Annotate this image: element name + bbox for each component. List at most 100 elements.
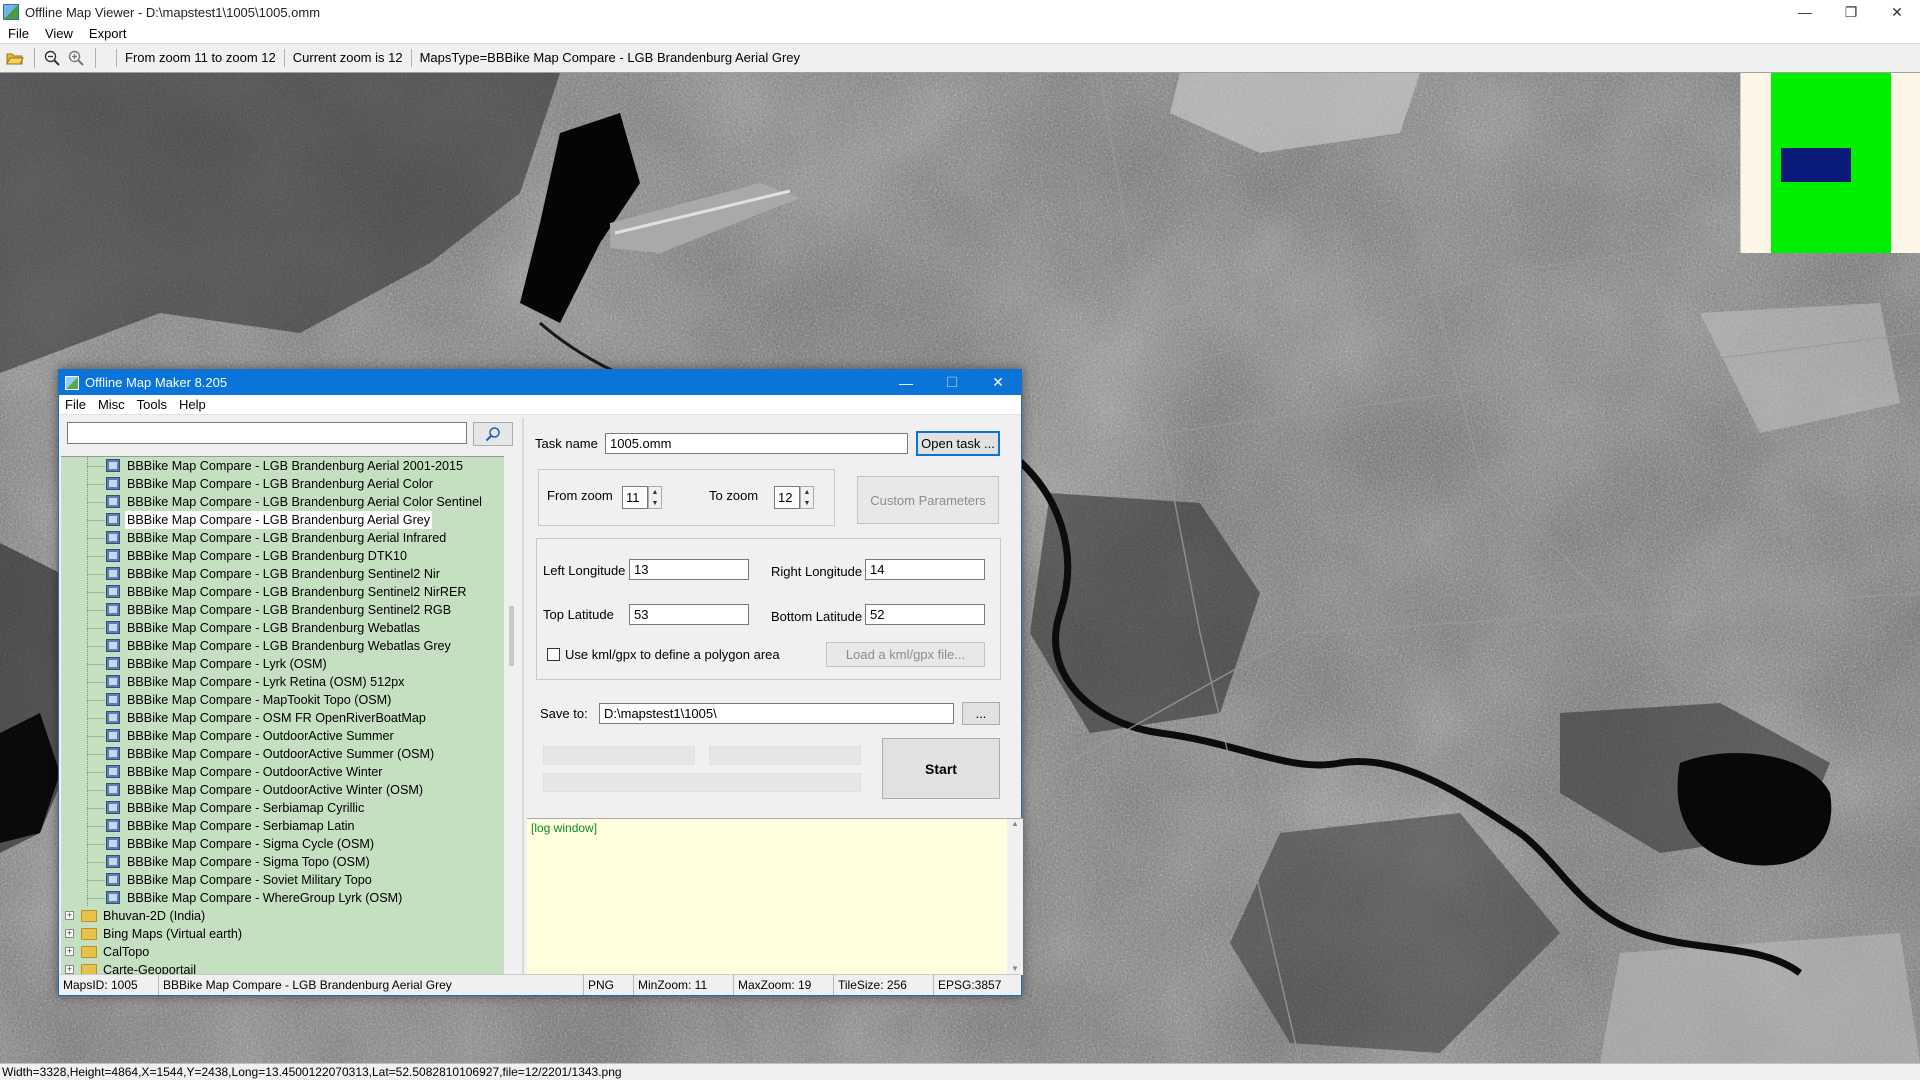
tree-item[interactable]: BBBike Map Compare - Lyrk (OSM) (61, 655, 504, 673)
dialog-titlebar: Offline Map Maker 8.205 — ☐ ✕ (59, 370, 1021, 395)
dialog-maximize-button[interactable]: ☐ (929, 370, 975, 395)
progress-bar-1 (543, 746, 695, 765)
tree-item[interactable]: BBBike Map Compare - OutdoorActive Summe… (61, 745, 504, 763)
use-kml-checkbox[interactable] (547, 648, 560, 661)
minimap-viewport[interactable] (1781, 148, 1851, 182)
tree-item[interactable]: BBBike Map Compare - Soviet Military Top… (61, 871, 504, 889)
spin-down-icon[interactable]: ▼ (649, 498, 661, 509)
dialog-menu-tools[interactable]: Tools (137, 397, 167, 412)
log-scrollbar[interactable]: ▲ ▼ (1007, 819, 1023, 975)
tree-item[interactable]: BBBike Map Compare - LGB Brandenburg Sen… (61, 601, 504, 619)
tree-item[interactable]: BBBike Map Compare - LGB Brandenburg Aer… (61, 511, 504, 529)
load-kml-button[interactable]: Load a kml/gpx file... (826, 642, 985, 667)
bottom-latitude-input[interactable]: 52 (865, 604, 985, 625)
tree-item[interactable]: BBBike Map Compare - LGB Brandenburg Sen… (61, 583, 504, 601)
tree-item[interactable]: BBBike Map Compare - OutdoorActive Winte… (61, 781, 504, 799)
menu-export[interactable]: Export (89, 26, 127, 41)
spin-down-icon[interactable]: ▼ (801, 498, 813, 509)
tree-item[interactable]: BBBike Map Compare - LGB Brandenburg Aer… (61, 493, 504, 511)
expand-icon[interactable]: + (65, 929, 74, 938)
folder-icon (81, 910, 97, 922)
menu-file[interactable]: File (8, 26, 29, 41)
map-layer-icon (106, 891, 120, 904)
tree-scrollbar[interactable] (504, 456, 520, 974)
to-zoom-arrows[interactable]: ▲ ▼ (800, 486, 814, 509)
to-zoom-spinner[interactable]: 12 ▲ ▼ (774, 486, 814, 509)
tree-item[interactable]: BBBike Map Compare - Serbiamap Latin (61, 817, 504, 835)
log-window[interactable]: [log window] ▲ ▼ (527, 818, 1023, 975)
from-zoom-arrows[interactable]: ▲ ▼ (648, 486, 662, 509)
toolbar: From zoom 11 to zoom 12 Current zoom is … (0, 43, 1920, 73)
scroll-up-icon[interactable]: ▲ (1007, 819, 1023, 828)
map-source-tree[interactable]: BBBike Map Compare - LGB Brandenburg Aer… (61, 456, 504, 974)
browse-button[interactable]: ... (962, 702, 1000, 725)
tree-item[interactable]: BBBike Map Compare - MapTookit Topo (OSM… (61, 691, 504, 709)
tree-item[interactable]: BBBike Map Compare - WhereGroup Lyrk (OS… (61, 889, 504, 907)
expand-icon[interactable]: + (65, 965, 74, 974)
tree-folder[interactable]: + CalTopo (61, 943, 504, 961)
start-button[interactable]: Start (882, 738, 1000, 799)
menu-view[interactable]: View (45, 26, 73, 41)
tree-item[interactable]: BBBike Map Compare - OutdoorActive Winte… (61, 763, 504, 781)
spin-up-icon[interactable]: ▲ (801, 487, 813, 498)
tree-item[interactable]: BBBike Map Compare - LGB Brandenburg Web… (61, 619, 504, 637)
minimap[interactable] (1740, 73, 1920, 253)
dialog-menu-file[interactable]: File (65, 397, 86, 412)
right-longitude-input[interactable]: 14 (865, 559, 985, 580)
save-to-input[interactable]: D:\mapstest1\1005\ (599, 703, 954, 724)
tree-item[interactable]: BBBike Map Compare - LGB Brandenburg Sen… (61, 565, 504, 583)
dialog-menu-misc[interactable]: Misc (98, 397, 125, 412)
tree-scroll-thumb[interactable] (509, 606, 514, 666)
tree-item[interactable]: BBBike Map Compare - LGB Brandenburg Aer… (61, 529, 504, 547)
tree-item[interactable]: BBBike Map Compare - Lyrk Retina (OSM) 5… (61, 673, 504, 691)
tree-item[interactable]: BBBike Map Compare - LGB Brandenburg Aer… (61, 475, 504, 493)
tree-folder[interactable]: + Bhuvan-2D (India) (61, 907, 504, 925)
minimize-button[interactable]: — (1782, 0, 1828, 24)
tree-folder[interactable]: + Carte-Geoportail (61, 961, 504, 974)
tree-item[interactable]: BBBike Map Compare - LGB Brandenburg DTK… (61, 547, 504, 565)
open-folder-button[interactable] (4, 47, 26, 69)
tree-item[interactable]: BBBike Map Compare - OSM FR OpenRiverBoa… (61, 709, 504, 727)
tree-item[interactable]: BBBike Map Compare - LGB Brandenburg Web… (61, 637, 504, 655)
tree-item-label: BBBike Map Compare - LGB Brandenburg Aer… (125, 511, 433, 529)
tree-item[interactable]: BBBike Map Compare - Sigma Cycle (OSM) (61, 835, 504, 853)
dialog-close-button[interactable]: ✕ (975, 370, 1021, 395)
zoom-in-button[interactable] (65, 47, 87, 69)
epsg: EPSG:3857 (938, 978, 1002, 992)
zoom-out-icon (44, 50, 60, 66)
spin-up-icon[interactable]: ▲ (649, 487, 661, 498)
tree-item-label: BBBike Map Compare - LGB Brandenburg Aer… (127, 495, 482, 509)
expand-icon[interactable]: + (65, 911, 74, 920)
open-task-button[interactable]: Open task ... (916, 431, 1000, 456)
bottom-latitude-label: Bottom Latitude (771, 609, 863, 624)
left-longitude-input[interactable]: 13 (629, 559, 749, 580)
expand-icon[interactable]: + (65, 947, 74, 956)
use-kml-label: Use kml/gpx to define a polygon area (565, 647, 780, 662)
tree-item[interactable]: BBBike Map Compare - LGB Brandenburg Aer… (61, 457, 504, 475)
tree-item-label: BBBike Map Compare - OSM FR OpenRiverBoa… (127, 711, 426, 725)
tree-item-label: BBBike Map Compare - Lyrk (OSM) (127, 657, 327, 671)
zoom-out-button[interactable] (41, 47, 63, 69)
from-zoom-spinner[interactable]: 11 ▲ ▼ (622, 486, 662, 509)
open-folder-icon (6, 53, 24, 64)
map-search-input[interactable] (67, 422, 467, 444)
map-layer-icon (106, 765, 120, 778)
dialog-minimize-button[interactable]: — (883, 370, 929, 395)
map-layer-icon (106, 711, 120, 724)
dialog-menu-help[interactable]: Help (179, 397, 206, 412)
custom-parameters-button[interactable]: Custom Parameters (857, 476, 999, 524)
pane-splitter[interactable] (522, 418, 524, 974)
tree-item[interactable]: BBBike Map Compare - Sigma Topo (OSM) (61, 853, 504, 871)
close-button[interactable]: ✕ (1874, 0, 1920, 24)
scroll-down-icon[interactable]: ▼ (1007, 964, 1023, 973)
to-zoom-value[interactable]: 12 (774, 486, 800, 509)
from-zoom-value[interactable]: 11 (622, 486, 648, 509)
tree-folder[interactable]: + Bing Maps (Virtual earth) (61, 925, 504, 943)
toolbar-separator (95, 48, 96, 68)
tree-item[interactable]: BBBike Map Compare - OutdoorActive Summe… (61, 727, 504, 745)
tree-item[interactable]: BBBike Map Compare - Serbiamap Cyrillic (61, 799, 504, 817)
top-latitude-input[interactable]: 53 (629, 604, 749, 625)
search-button[interactable] (473, 422, 513, 446)
task-name-input[interactable]: 1005.omm (605, 433, 908, 454)
restore-button[interactable]: ❐ (1828, 0, 1874, 24)
